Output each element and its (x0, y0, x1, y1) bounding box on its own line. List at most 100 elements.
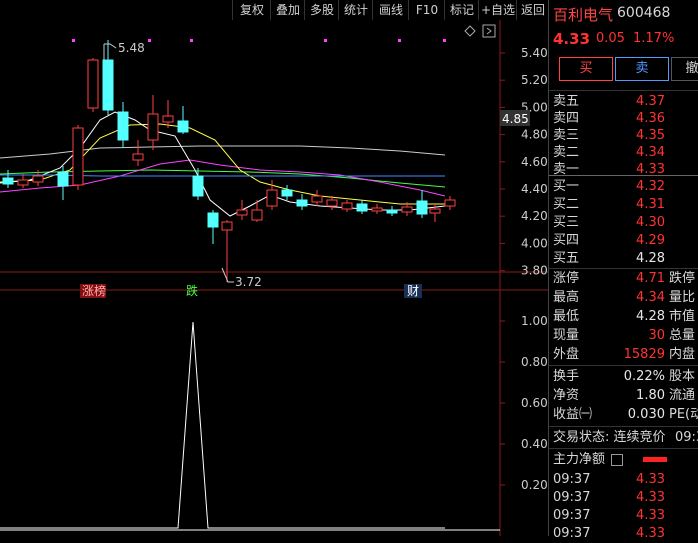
candle-body (32, 175, 44, 183)
stock-price: 4.33 (553, 30, 591, 48)
stat2-0-price: 0.22% (623, 369, 665, 384)
buy-level-4[interactable]: 买四 4.29 (549, 231, 698, 250)
stat-3-price: 30 (648, 328, 665, 343)
toolbar-fuquan[interactable]: 复权 (232, 0, 271, 20)
trade-status-time: 09:3 (675, 430, 698, 445)
tick-row-label: 09:37 (553, 508, 591, 523)
buy-button[interactable]: 买 (559, 57, 613, 81)
price-axis-label: 3.80 (521, 264, 548, 278)
tick-row[interactable]: 09:37 4.33 (549, 506, 698, 525)
diamond-icon[interactable] (464, 25, 476, 37)
toolbar-biaoji[interactable]: 标记 (444, 0, 479, 20)
buy-level-5-price: 4.28 (636, 251, 665, 266)
tick-row-price: 4.33 (636, 490, 665, 505)
tick-row-label: 09:37 (553, 526, 591, 541)
stat-2-label2: 市值 (669, 309, 696, 324)
candle-body (326, 199, 338, 207)
candle-body (266, 189, 278, 207)
candle-body (416, 200, 428, 215)
stat2-0[interactable]: 换手 0.22% 股本 (549, 367, 698, 386)
toolbar-tongji[interactable]: 统计 (338, 0, 373, 20)
main-net-label: 主力净额 (553, 452, 606, 467)
price-axis-label: 4.20 (521, 209, 548, 223)
candle-body (386, 209, 398, 214)
stat-0[interactable]: 涨停 4.71 跌停 (549, 269, 698, 288)
candle-body (356, 203, 368, 212)
stat-1-label: 最高 (553, 290, 580, 305)
indicator-line (0, 321, 445, 529)
current-price-tag-label: 4.85 (502, 112, 529, 126)
buy-level-1[interactable]: 买一 4.32 (549, 177, 698, 196)
indicator-axis-label: 0.40 (521, 437, 548, 451)
candle-body (444, 199, 456, 207)
cancel-button[interactable]: 撤 (671, 57, 698, 81)
toolbar-zixuan[interactable]: +自选 (478, 0, 517, 20)
list-icon[interactable] (611, 454, 623, 466)
stat-3[interactable]: 现量 30 总量 (549, 326, 698, 345)
stat2-0-label2: 股本 (669, 369, 696, 384)
candle-body (311, 195, 323, 203)
indicator-axis-label: 0.60 (521, 396, 548, 410)
stat-1-price: 4.34 (636, 290, 665, 305)
candle-body (147, 113, 159, 141)
candle-body (429, 208, 441, 214)
buy-level-3-price: 4.30 (636, 215, 665, 230)
tick-row-price: 4.33 (636, 472, 665, 487)
toolbar-f10[interactable]: F10 (408, 0, 445, 20)
buy-level-3[interactable]: 买三 4.30 (549, 213, 698, 232)
stat2-1-label: 净资 (553, 388, 580, 403)
buy-level-5[interactable]: 买五 4.28 (549, 249, 698, 268)
stat-2[interactable]: 最低 4.28 市值 (549, 307, 698, 326)
candle-body (251, 209, 263, 221)
buy-level-3-label: 买三 (553, 215, 580, 230)
candle-body (162, 115, 174, 123)
tick-row-label: 09:37 (553, 490, 591, 505)
marker-die: 跌 (186, 283, 198, 298)
panel-toggle-icon[interactable] (482, 24, 496, 38)
price-axis-label: 5.40 (521, 46, 548, 60)
tick-row[interactable]: 09:37 4.33 (549, 524, 698, 543)
stat2-1[interactable]: 净资 1.80 流通 (549, 386, 698, 405)
candle-body (57, 171, 69, 187)
price-axis-label: 4.00 (521, 236, 548, 250)
kline-chart[interactable]: 5.405.205.004.804.604.404.204.003.80 4.8… (0, 20, 548, 536)
buy-level-2[interactable]: 买二 4.31 (549, 195, 698, 214)
chart-area[interactable]: 5.40 5.20 5.00 4.80 4.60 4.40 4.20 4.00 3.80 4.8… (0, 20, 548, 536)
sell-button[interactable]: 卖 (615, 57, 669, 81)
toolbar-diejia[interactable]: 叠加 (270, 0, 305, 20)
tick-row-price: 4.33 (636, 526, 665, 541)
high-price-label: 5.48 (118, 41, 145, 55)
stat2-2[interactable]: 收益㈠ 0.030 PE(动 (549, 405, 698, 424)
marker-cai: 财 (407, 284, 419, 298)
candle-body (296, 199, 308, 207)
stat-1[interactable]: 最高 4.34 量比 (549, 288, 698, 307)
candle-body (221, 221, 233, 231)
indicator-axis-label: 0.80 (521, 355, 548, 369)
tick-row[interactable]: 09:37 4.33 (549, 488, 698, 507)
stat-0-label2: 跌停 (669, 271, 696, 286)
candle-body (102, 59, 114, 111)
toolbar-duogu[interactable]: 多股 (304, 0, 339, 20)
stat-4[interactable]: 外盘 15829 内盘 (549, 345, 698, 364)
buy-level-2-label: 买二 (553, 197, 580, 212)
tick-row-label: 09:37 (553, 472, 591, 487)
net-bar (643, 457, 667, 462)
stock-name: 百利电气 (553, 6, 614, 24)
ma5-line (0, 111, 446, 217)
low-price-label: 3.72 (235, 275, 262, 289)
tick-row[interactable]: 09:37 4.33 (549, 470, 698, 489)
toolbar-huaxian[interactable]: 画线 (372, 0, 409, 20)
indicator-axis-label: 0.20 (521, 478, 548, 492)
stat-1-label2: 量比 (669, 290, 696, 305)
ma60-line (0, 145, 446, 159)
candle-body (341, 202, 353, 210)
candle-body (281, 189, 293, 197)
stat2-2-label2: PE(动 (669, 407, 698, 422)
buy-level-2-price: 4.31 (636, 197, 665, 212)
stat-4-label2: 内盘 (669, 347, 696, 362)
main-net-row[interactable]: 主力净额 (549, 450, 698, 469)
candle-body (87, 59, 99, 109)
stat-2-label: 最低 (553, 309, 580, 324)
buy-level-1-price: 4.32 (636, 179, 665, 194)
toolbar-back[interactable]: 返回 (516, 0, 549, 20)
